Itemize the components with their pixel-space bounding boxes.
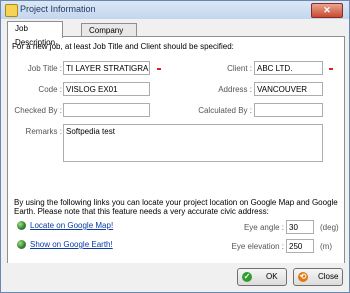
job-title-label: Job Title : <box>27 64 62 73</box>
ok-button-label: OK <box>266 272 278 281</box>
google-map-icon <box>17 221 26 230</box>
remarks-label: Remarks : <box>25 127 62 136</box>
eye-angle-label: Eye angle : <box>243 223 284 232</box>
required-marker-client <box>329 68 333 70</box>
cancel-icon: ⟲ <box>298 272 308 282</box>
job-title-field[interactable]: TI LAYER STRATIGRAPHY <box>63 61 150 75</box>
checked-by-field[interactable] <box>63 103 150 117</box>
check-icon: ✓ <box>242 272 252 282</box>
title-bar: Project Information ✕ <box>1 1 349 19</box>
required-marker-job-title <box>157 68 161 70</box>
client-field[interactable]: ABC LTD. <box>254 61 323 75</box>
close-button[interactable]: ⟲ Close <box>293 268 343 286</box>
eye-angle-field[interactable]: 30 <box>286 220 314 234</box>
calculated-by-field[interactable] <box>254 103 323 117</box>
eye-elevation-label: Eye elevation : <box>231 242 284 251</box>
job-description-panel: For a new job, at least Job Title and Cl… <box>7 36 345 265</box>
code-label: Code : <box>38 85 62 94</box>
client-label: Client : <box>227 64 252 73</box>
close-icon[interactable]: ✕ <box>311 3 343 18</box>
window-title: Project Information <box>20 4 96 14</box>
locate-on-google-map-link[interactable]: Locate on Google Map! <box>30 221 113 230</box>
close-button-label: Close <box>318 272 339 281</box>
location-description: By using the following links you can loc… <box>14 198 338 216</box>
tab-job-description[interactable]: Job Description <box>7 21 64 47</box>
ok-button[interactable]: ✓ OK <box>237 268 287 286</box>
remarks-field[interactable]: Softpedia test <box>63 124 323 162</box>
address-field[interactable]: VANCOUVER <box>254 82 323 96</box>
eye-elevation-field[interactable]: 250 <box>286 239 314 253</box>
code-field[interactable]: VISLOG EX01 <box>63 82 150 96</box>
google-earth-icon <box>17 240 26 249</box>
calculated-by-label: Calculated By : <box>198 106 252 115</box>
project-information-window: Project Information ✕ Job Description Co… <box>0 0 350 293</box>
button-bar: ✓ OK ⟲ Close <box>1 263 349 292</box>
address-label: Address : <box>218 85 252 94</box>
eye-elevation-unit: (m) <box>320 242 332 251</box>
eye-angle-unit: (deg) <box>320 223 339 232</box>
show-on-google-earth-link[interactable]: Show on Google Earth! <box>30 240 113 249</box>
checked-by-label: Checked By : <box>14 106 62 115</box>
app-icon <box>5 4 18 17</box>
